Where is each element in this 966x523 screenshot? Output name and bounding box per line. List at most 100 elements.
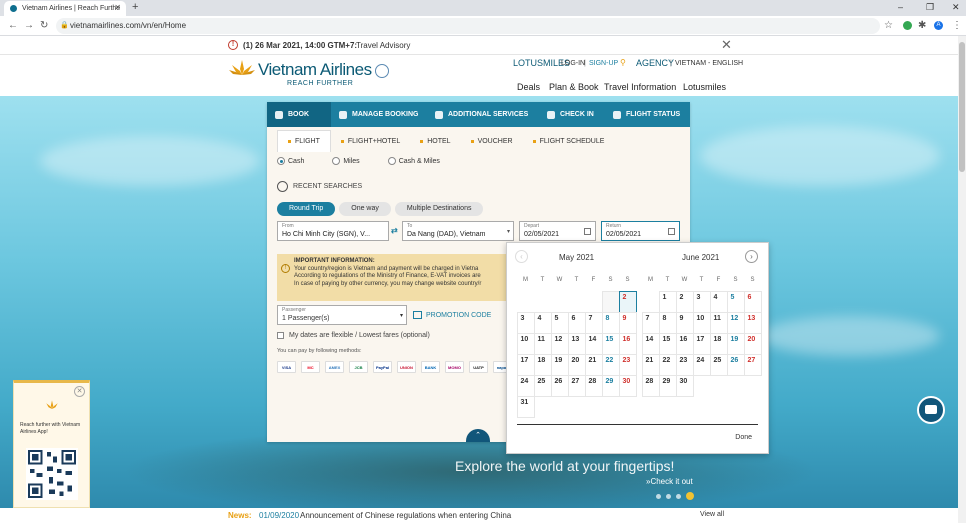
travel-advisory-link[interactable]: Travel Advisory: [356, 41, 410, 50]
pay-cash-radio[interactable]: Cash: [277, 157, 304, 165]
from-field[interactable]: From Ho Chi Minh City (SGN), V...: [277, 221, 389, 241]
calendar-day[interactable]: 10: [692, 311, 711, 334]
calendar-day[interactable]: 3: [516, 311, 535, 334]
calendar-day[interactable]: 31: [516, 395, 535, 418]
calendar-day[interactable]: 6: [567, 311, 586, 334]
calendar-day[interactable]: 5: [550, 311, 569, 334]
subtab-hotel[interactable]: HOTEL: [410, 130, 460, 152]
calendar-day[interactable]: 27: [567, 374, 586, 397]
calendar-day[interactable]: 25: [533, 374, 552, 397]
tab-book[interactable]: BOOK: [267, 102, 331, 127]
nav-lotusmiles[interactable]: Lotusmiles: [683, 82, 726, 92]
next-month-icon[interactable]: ›: [745, 250, 758, 263]
calendar-day[interactable]: 24: [692, 353, 711, 376]
subtab-voucher[interactable]: VOUCHER: [461, 130, 523, 152]
url-input[interactable]: 🔒 vietnamairlines.com/vn/en/Home: [56, 18, 880, 34]
check-it-out-link[interactable]: »Check it out: [646, 477, 693, 486]
bookmark-star-icon[interactable]: ☆: [884, 20, 893, 31]
tab-additional-services[interactable]: ADDITIONAL SERVICES: [427, 102, 539, 127]
calendar-day[interactable]: 25: [709, 353, 728, 376]
calendar-day[interactable]: 28: [584, 374, 603, 397]
agency-link[interactable]: AGENCY: [636, 58, 674, 68]
minimize-icon[interactable]: –: [898, 2, 903, 12]
news-headline-link[interactable]: Announcement of Chinese regulations when…: [300, 511, 511, 520]
calendar-day[interactable]: 1: [658, 290, 677, 313]
return-date-field[interactable]: Return 02/05/2021: [601, 221, 680, 241]
calendar-day[interactable]: 27: [743, 353, 762, 376]
trip-one-way[interactable]: One way: [339, 202, 391, 216]
calendar-day[interactable]: 20: [743, 332, 762, 355]
calendar-day[interactable]: 22: [658, 353, 677, 376]
swap-route-icon[interactable]: ⇄: [391, 226, 398, 235]
tab-manage-booking[interactable]: MANAGE BOOKING: [331, 102, 427, 127]
calendar-day[interactable]: 13: [567, 332, 586, 355]
calendar-day[interactable]: 4: [533, 311, 552, 334]
calendar-day[interactable]: 2: [618, 290, 637, 313]
reload-icon[interactable]: ↻: [40, 20, 48, 31]
calendar-day[interactable]: 13: [743, 311, 762, 334]
calendar-day[interactable]: 19: [550, 353, 569, 376]
calendar-day[interactable]: 26: [550, 374, 569, 397]
calendar-day[interactable]: 21: [584, 353, 603, 376]
carousel-dot[interactable]: [676, 493, 681, 499]
maximize-icon[interactable]: ❐: [926, 2, 934, 13]
nav-travel-information[interactable]: Travel Information: [604, 82, 676, 92]
tab-flight-status[interactable]: FLIGHT STATUS: [605, 102, 690, 127]
trip-round-trip[interactable]: Round Trip: [277, 202, 336, 216]
carousel-dot[interactable]: [656, 493, 661, 499]
calendar-day[interactable]: 8: [658, 311, 677, 334]
calendar-day[interactable]: 6: [743, 290, 762, 313]
calendar-day[interactable]: 3: [692, 290, 711, 313]
calendar-day[interactable]: 15: [658, 332, 677, 355]
window-close-icon[interactable]: ✕: [952, 2, 960, 13]
subtab-flight-hotel[interactable]: FLIGHT+HOTEL: [331, 130, 410, 152]
done-button[interactable]: Done: [735, 434, 752, 441]
calendar-day[interactable]: 21: [641, 353, 660, 376]
logo-wordmark[interactable]: Vietnam Airlines: [258, 60, 372, 80]
calendar-day[interactable]: 23: [618, 353, 637, 376]
browser-menu-icon[interactable]: ⋮: [952, 20, 962, 31]
advisory-close-icon[interactable]: ✕: [721, 37, 732, 53]
calendar-day[interactable]: 14: [584, 332, 603, 355]
calendar-day[interactable]: 30: [675, 374, 694, 397]
pay-miles-radio[interactable]: Miles: [332, 157, 360, 165]
tab-check-in[interactable]: CHECK IN: [539, 102, 605, 127]
calendar-day[interactable]: 11: [709, 311, 728, 334]
calendar-day[interactable]: 16: [675, 332, 694, 355]
calendar-day[interactable]: 16: [618, 332, 637, 355]
pay-cash-miles-radio[interactable]: Cash & Miles: [387, 157, 440, 165]
calendar-day[interactable]: 23: [675, 353, 694, 376]
extension-green-icon[interactable]: [903, 21, 912, 30]
calendar-day[interactable]: 12: [726, 311, 745, 334]
carousel-dot[interactable]: [666, 493, 671, 499]
back-icon[interactable]: ←: [8, 20, 18, 31]
passenger-selector[interactable]: Passenger 1 Passenger(s) ▾: [277, 305, 407, 325]
calendar-day[interactable]: 8: [601, 311, 620, 334]
calendar-day[interactable]: 28: [641, 374, 660, 397]
carousel-dot-active[interactable]: [686, 492, 694, 500]
calendar-day[interactable]: 24: [516, 374, 535, 397]
calendar-day[interactable]: 2: [675, 290, 694, 313]
trip-multiple-destinations[interactable]: Multiple Destinations: [394, 202, 484, 216]
calendar-day[interactable]: 26: [726, 353, 745, 376]
calendar-day[interactable]: 30: [618, 374, 637, 397]
lotus-logo-icon[interactable]: [228, 59, 256, 77]
calendar-day[interactable]: 12: [550, 332, 569, 355]
calendar-day[interactable]: 18: [709, 332, 728, 355]
locale-selector[interactable]: VIETNAM - ENGLISH: [675, 60, 743, 67]
calendar-day[interactable]: 7: [584, 311, 603, 334]
qr-code-icon[interactable]: [26, 448, 78, 500]
flexible-dates-checkbox[interactable]: My dates are flexible / Lowest fares (op…: [277, 332, 430, 339]
calendar-day[interactable]: 9: [675, 311, 694, 334]
calendar-day[interactable]: 14: [641, 332, 660, 355]
calendar-day[interactable]: 10: [516, 332, 535, 355]
extensions-puzzle-icon[interactable]: ✱: [918, 20, 926, 31]
page-scrollbar[interactable]: [958, 36, 966, 523]
calendar-day[interactable]: 29: [658, 374, 677, 397]
calendar-day[interactable]: 22: [601, 353, 620, 376]
calendar-day[interactable]: 9: [618, 311, 637, 334]
collapse-widget-button[interactable]: ⌃: [466, 429, 490, 442]
nav-plan-book[interactable]: Plan & Book: [549, 82, 599, 92]
calendar-day[interactable]: 19: [726, 332, 745, 355]
calendar-day[interactable]: 4: [709, 290, 728, 313]
